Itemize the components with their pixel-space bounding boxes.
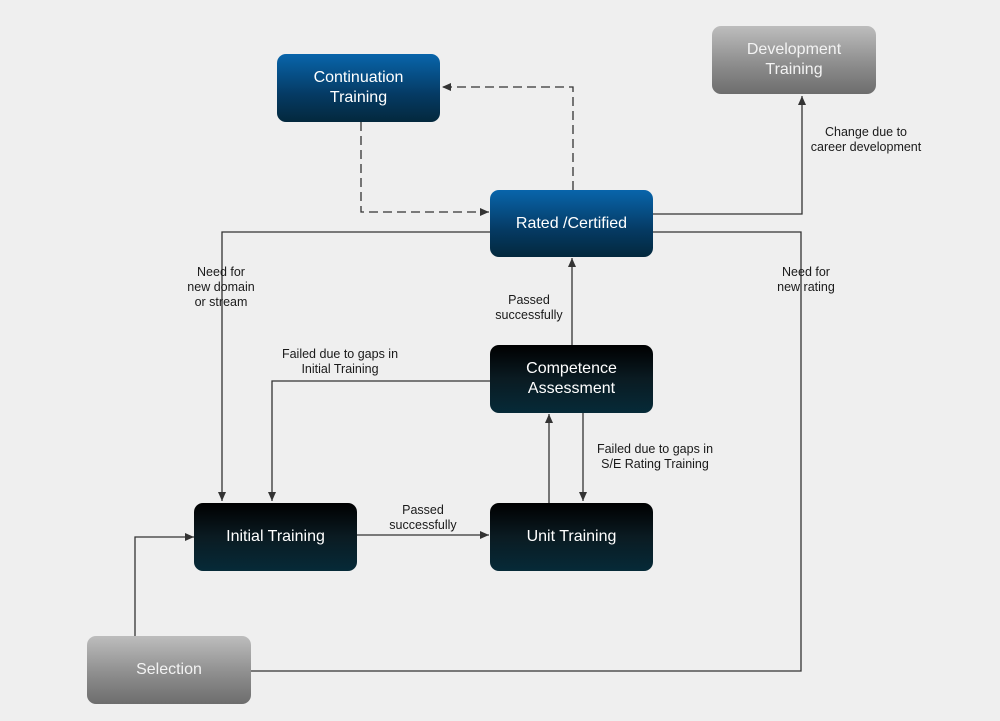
- edge-label-initial-passed: Passed successfully: [389, 503, 457, 532]
- node-selection[interactable]: Selection: [87, 636, 251, 704]
- edge-competence-to-initial: [268, 380, 490, 501]
- edge-continuation-to-rated: [360, 122, 489, 216]
- edge-label-new-rating: Need for new rating: [777, 265, 835, 294]
- edge-label-new-domain: Need for new domain or stream: [187, 265, 255, 309]
- node-unit-training[interactable]: Unit Training: [490, 503, 653, 571]
- edge-label-failed-initial: Failed due to gaps in Initial Training: [281, 347, 399, 376]
- edge-label-career-change: Change due to career development: [810, 125, 922, 154]
- edge-rated-to-continuation: [442, 83, 574, 190]
- edge-label-failed-se-rating: Failed due to gaps in S/E Rating Trainin…: [596, 442, 714, 471]
- edge-label-competence-passed: Passed successfully: [495, 293, 563, 322]
- node-initial-training[interactable]: Initial Training: [194, 503, 357, 571]
- edge-rated-to-development: [653, 96, 806, 215]
- node-rated-certified[interactable]: Rated /Certified: [490, 190, 653, 257]
- edge-selection-to-initial: [134, 533, 194, 636]
- node-continuation-training[interactable]: Continuation Training: [277, 54, 440, 122]
- node-development-training[interactable]: Development Training: [712, 26, 876, 94]
- node-competence-assessment[interactable]: Competence Assessment: [490, 345, 653, 413]
